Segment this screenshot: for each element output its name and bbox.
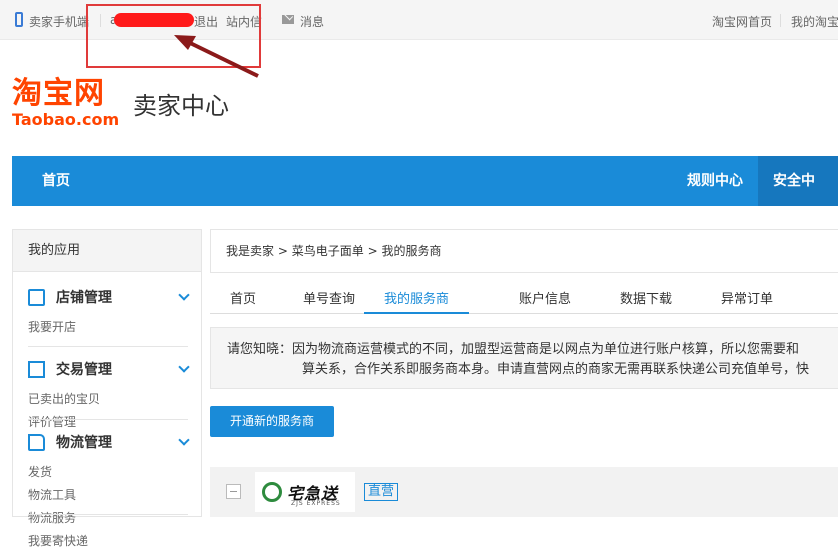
- tab-data-download[interactable]: 数据下载: [620, 288, 672, 314]
- tab-bar: 首页 单号查询 我的服务商 账户信息 数据下载 异常订单: [210, 286, 838, 314]
- sidebar-group-header[interactable]: 物流管理: [28, 433, 190, 453]
- sidebar-group-title: 物流管理: [56, 435, 112, 451]
- chevron-down-icon[interactable]: [178, 434, 190, 446]
- open-new-provider-button[interactable]: 开通新的服务商: [210, 406, 334, 437]
- document-icon: [28, 361, 45, 378]
- chevron-down-icon[interactable]: [178, 361, 190, 373]
- main-content: 我是卖家 > 菜鸟电子面单 > 我的服务商 首页 单号查询 我的服务商 账户信息…: [210, 229, 838, 517]
- mobile-phone-icon: [15, 12, 23, 27]
- sidebar-title: 我的应用: [13, 230, 201, 272]
- tab-tracking-query[interactable]: 单号查询: [303, 288, 355, 314]
- logo-chinese: 淘宝网: [12, 76, 105, 111]
- messages-link[interactable]: 消息: [300, 13, 324, 30]
- zjs-mark-icon: [262, 482, 282, 502]
- taobao-logo[interactable]: 淘宝网 Taobao.com: [12, 78, 119, 129]
- tab-exception-orders[interactable]: 异常订单: [721, 288, 773, 314]
- topbar-divider: [780, 14, 781, 27]
- sidebar-link-ship[interactable]: 发货: [28, 461, 113, 484]
- provider-row: 宅急送 ZJS EXPRESS 直营: [210, 467, 838, 517]
- breadcrumb-separator: >: [277, 244, 288, 258]
- sidebar-link-open-store[interactable]: 我要开店: [28, 316, 113, 339]
- sidebar-group-header[interactable]: 店铺管理: [28, 288, 190, 308]
- page-title: 卖家中心: [133, 92, 229, 120]
- sidebar-divider: [28, 346, 188, 347]
- sidebar-link-logistics-services[interactable]: 物流服务: [28, 507, 113, 530]
- zjs-logo-subtext: ZJS EXPRESS: [291, 500, 341, 507]
- sidebar-group-store: 店铺管理 我要开店: [28, 288, 190, 339]
- seller-mobile-link[interactable]: 卖家手机端: [29, 13, 89, 30]
- truck-icon: [28, 434, 45, 451]
- direct-operated-badge: 直营: [364, 483, 399, 501]
- breadcrumb-item[interactable]: 我是卖家: [226, 244, 274, 258]
- store-icon: [28, 289, 45, 306]
- collapse-toggle-icon[interactable]: [226, 484, 241, 499]
- breadcrumb: 我是卖家 > 菜鸟电子面单 > 我的服务商: [210, 229, 838, 273]
- main-nav: 首页 规则中心 安全中心: [12, 156, 838, 239]
- logo-english: Taobao.com: [12, 110, 120, 129]
- mail-icon: [282, 15, 294, 24]
- sidebar-group-header[interactable]: 交易管理: [28, 360, 190, 380]
- notice-line: 请您知晓：因为物流商运营模式的不同，加盟型运营商是以网点为单位进行账户核算，所以…: [227, 342, 800, 357]
- notice-line: 算关系，合作关系即服务商本身。申请直营网点的商家无需再联系快递公司充值单号，快: [302, 362, 810, 377]
- sidebar: 我的应用 店铺管理 我要开店 交易管理 已卖出的宝贝评价管理 物流管理 发货物流…: [12, 229, 202, 548]
- nav-security-center[interactable]: 安全中心: [758, 156, 838, 239]
- tab-my-providers[interactable]: 我的服务商: [364, 288, 470, 314]
- my-taobao-link[interactable]: 我的淘宝: [791, 13, 838, 30]
- sidebar-link-sold-items[interactable]: 已卖出的宝贝: [28, 388, 113, 411]
- sidebar-divider: [28, 419, 188, 420]
- nav-home[interactable]: 首页: [42, 156, 70, 206]
- taobao-home-link[interactable]: 淘宝网首页: [712, 13, 772, 30]
- sidebar-divider: [28, 514, 188, 515]
- tab-account-info[interactable]: 账户信息: [519, 288, 571, 314]
- sidebar-group-title: 交易管理: [56, 362, 112, 378]
- sidebar-link-reviews[interactable]: 评价管理: [28, 411, 113, 434]
- annotation-arrow-icon: [174, 35, 259, 78]
- sidebar-group-logistics: 物流管理 发货物流工具 物流服务我要寄快递: [28, 433, 190, 553]
- notice-box: 请您知晓：因为物流商运营模式的不同，加盟型运营商是以网点为单位进行账户核算，所以…: [210, 327, 838, 389]
- nav-rules-center[interactable]: 规则中心: [687, 156, 743, 206]
- sidebar-group-trade: 交易管理 已卖出的宝贝评价管理: [28, 360, 190, 434]
- sidebar-link-logistics-tools[interactable]: 物流工具: [28, 484, 113, 507]
- breadcrumb-item[interactable]: 菜鸟电子面单: [292, 244, 364, 258]
- sidebar-link-send-express[interactable]: 我要寄快递: [28, 530, 113, 553]
- breadcrumb-separator: >: [367, 244, 378, 258]
- breadcrumb-current: 我的服务商: [381, 244, 442, 258]
- chevron-down-icon[interactable]: [178, 289, 190, 301]
- zjs-express-logo: 宅急送 ZJS EXPRESS: [255, 472, 355, 512]
- tab-home[interactable]: 首页: [230, 288, 256, 314]
- sidebar-group-title: 店铺管理: [56, 290, 112, 306]
